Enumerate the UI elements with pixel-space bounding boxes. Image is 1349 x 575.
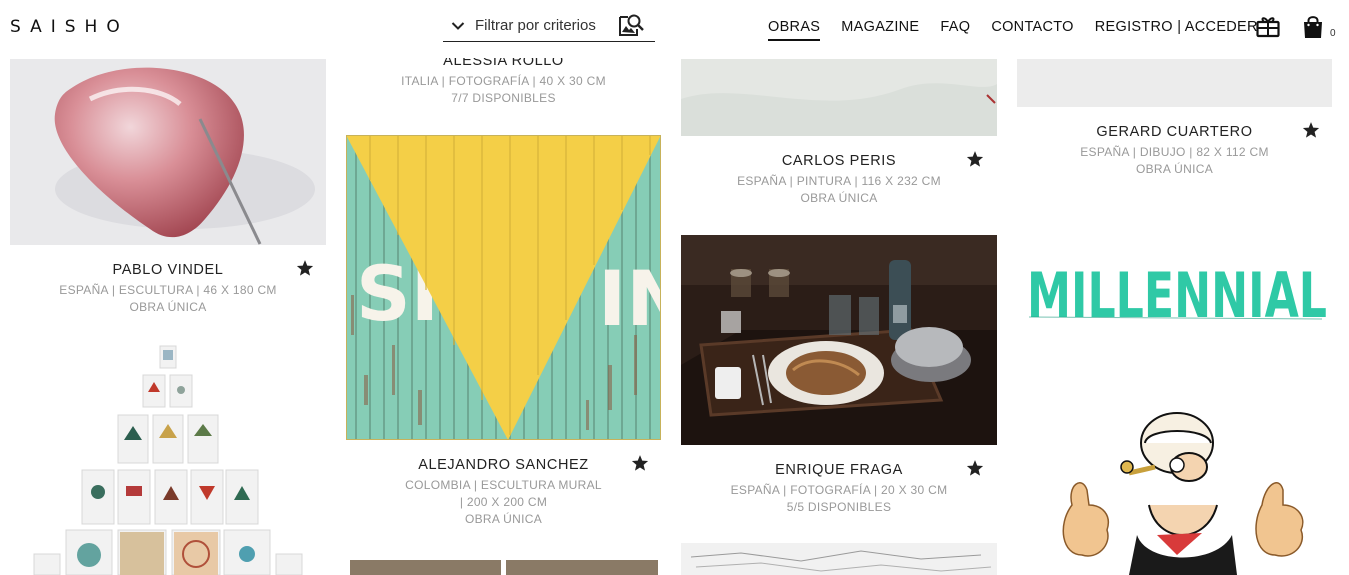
artwork-image-next-right[interactable]	[506, 560, 658, 575]
artwork-meta-line2: | 200 X 200 CM	[459, 495, 548, 509]
nav-obras[interactable]: OBRAS	[768, 19, 821, 41]
image-search-icon[interactable]	[617, 12, 645, 38]
artwork-image-pyramid[interactable]	[10, 340, 326, 575]
nav-contacto[interactable]: CONTACTO	[991, 19, 1073, 41]
artwork-availability: 7/7 DISPONIBLES	[451, 91, 556, 105]
artwork-caption: CARLOS PERIS ESPAÑA | PINTURA | 116 X 23…	[681, 153, 997, 207]
artwork-availability: OBRA ÚNICA	[464, 512, 542, 526]
svg-text:IN: IN	[598, 254, 661, 343]
gift-card-icon[interactable]	[1256, 16, 1280, 43]
svg-text:MILLENNIAL: MILLENNIAL	[1027, 259, 1327, 332]
artwork-image-next-left[interactable]	[350, 560, 501, 575]
artwork-availability: OBRA ÚNICA	[1135, 162, 1213, 176]
artwork-image-enrique-fraga[interactable]	[681, 235, 997, 445]
favorite-star-icon[interactable]	[296, 259, 314, 277]
filter-dropdown[interactable]: Filtrar por criterios	[443, 10, 655, 42]
favorite-star-icon[interactable]	[966, 150, 984, 168]
filter-label: Filtrar por criterios	[475, 17, 596, 34]
artwork-meta: ESPAÑA | FOTOGRAFÍA | 20 X 30 CM	[730, 483, 948, 497]
artwork-meta: ESPAÑA | PINTURA | 116 X 232 CM	[737, 174, 941, 188]
cart-count: 0	[1330, 28, 1336, 39]
artwork-meta: ESPAÑA | ESCULTURA | 46 X 180 CM	[59, 283, 277, 297]
favorite-star-icon[interactable]	[1302, 121, 1320, 139]
artwork-image-gerard-cuartero[interactable]	[1017, 59, 1332, 107]
artist-name[interactable]: CARLOS PERIS	[681, 153, 997, 169]
artwork-availability: OBRA ÚNICA	[129, 300, 207, 314]
artist-name[interactable]: PABLO VINDEL	[10, 262, 326, 278]
artwork-availability: 5/5 DISPONIBLES	[786, 500, 892, 514]
artwork-caption: ALEJANDRO SANCHEZ COLOMBIA | ESCULTURA M…	[346, 457, 661, 528]
artwork-image-carlos-peris[interactable]	[681, 59, 997, 136]
favorite-star-icon[interactable]	[966, 459, 984, 477]
artist-name[interactable]: ENRIQUE FRAGA	[681, 462, 997, 478]
artwork-meta: ESPAÑA | DIBUJO | 82 X 112 CM	[1080, 145, 1269, 159]
nav-registro-acceder[interactable]: REGISTRO | ACCEDER	[1095, 19, 1258, 41]
artwork-image-millennial[interactable]: MILLENNIAL	[1017, 205, 1332, 575]
artwork-image-pablo-vindel[interactable]	[10, 59, 326, 245]
artwork-meta: COLOMBIA | ESCULTURA MURAL	[405, 478, 602, 492]
artist-name[interactable]: GERARD CUARTERO	[1017, 124, 1332, 140]
shopping-bag-icon[interactable]	[1302, 15, 1324, 44]
artist-name[interactable]: ALEJANDRO SANCHEZ	[346, 457, 661, 473]
artwork-image-next[interactable]	[681, 543, 997, 575]
artwork-caption: ALESSIA ROLLO ITALIA | FOTOGRAFÍA | 40 X…	[346, 53, 661, 107]
artwork-meta: ITALIA | FOTOGRAFÍA | 40 X 30 CM	[401, 74, 606, 88]
nav-magazine[interactable]: MAGAZINE	[841, 19, 919, 41]
nav-faq[interactable]: FAQ	[940, 19, 970, 41]
artwork-availability: OBRA ÚNICA	[800, 191, 878, 205]
artwork-image-alejandro-sanchez[interactable]: SH IN	[346, 135, 661, 440]
site-header: SAISHO Filtrar por criterios OBRAS MAGAZ…	[0, 0, 1349, 58]
artwork-caption: GERARD CUARTERO ESPAÑA | DIBUJO | 82 X 1…	[1017, 124, 1332, 178]
artwork-caption: ENRIQUE FRAGA ESPAÑA | FOTOGRAFÍA | 20 X…	[681, 462, 997, 516]
main-nav: OBRAS MAGAZINE FAQ CONTACTO REGISTRO | A…	[768, 19, 1279, 41]
favorite-star-icon[interactable]	[631, 454, 649, 472]
artwork-caption: PABLO VINDEL ESPAÑA | ESCULTURA | 46 X 1…	[10, 262, 326, 316]
chevron-down-icon	[443, 11, 473, 41]
site-logo[interactable]: SAISHO	[10, 17, 129, 37]
